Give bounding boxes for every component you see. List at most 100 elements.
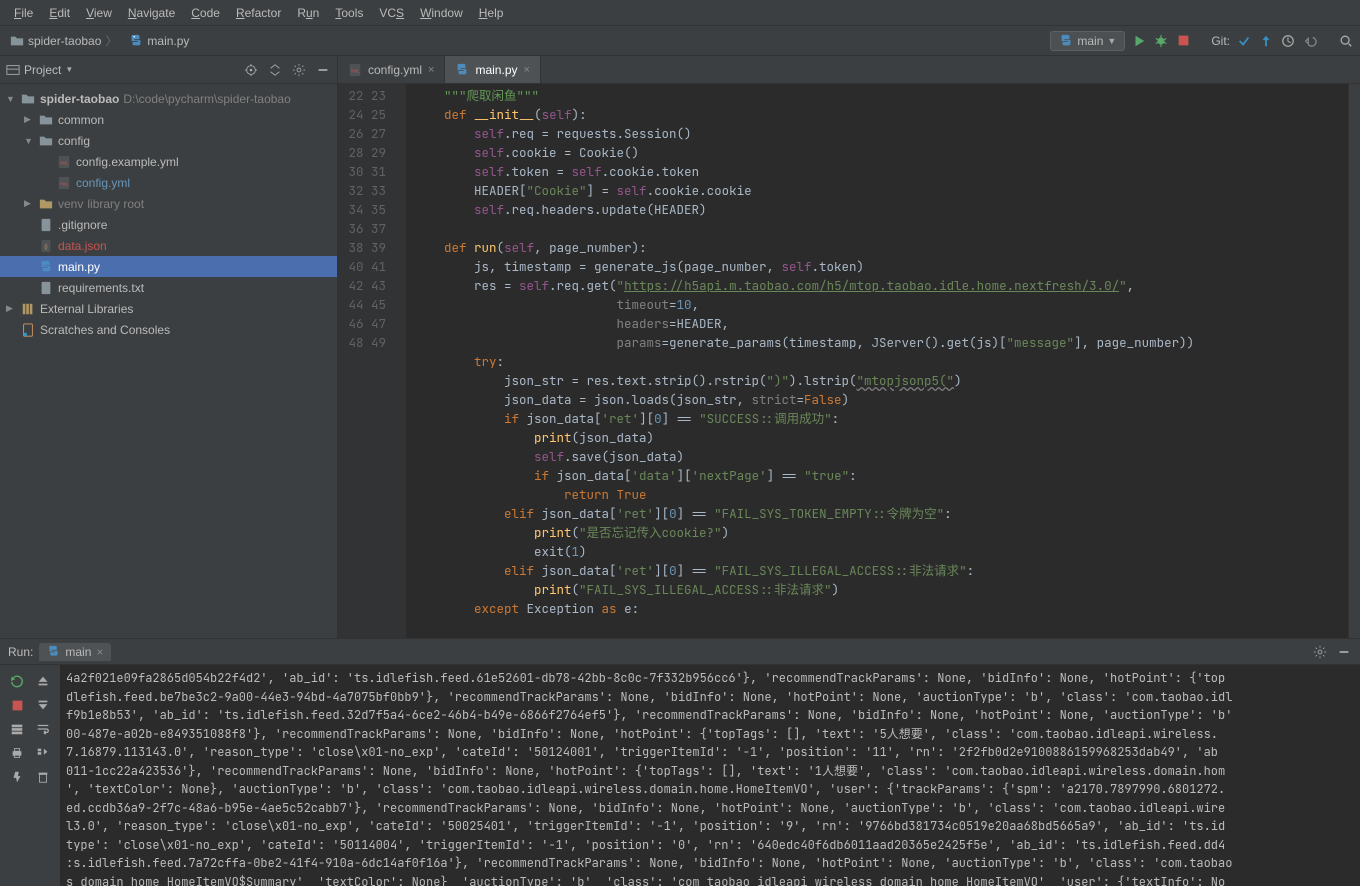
settings-icon[interactable]	[1312, 644, 1328, 660]
settings-icon[interactable]	[291, 62, 307, 78]
run-tool-window: Run: main ×	[0, 638, 1360, 886]
tab-config-yml[interactable]: YML config.yml ×	[338, 56, 445, 83]
folder-icon	[38, 134, 54, 148]
right-toolbar: main ▼ Git:	[1050, 31, 1354, 51]
tab-main-py[interactable]: main.py ×	[445, 56, 540, 83]
tree-suffix: library root	[87, 197, 144, 211]
menu-vcs[interactable]: VCS	[373, 4, 410, 22]
hide-icon[interactable]	[1336, 644, 1352, 660]
tree-file-gitignore[interactable]: .gitignore	[0, 214, 337, 235]
run-tab-label: main	[65, 645, 91, 659]
menu-run[interactable]: Run	[291, 4, 325, 22]
vcs-rollback-button[interactable]	[1302, 33, 1318, 49]
vcs-update-button[interactable]	[1258, 33, 1274, 49]
fold-gutter[interactable]	[394, 84, 406, 638]
navbar: spider-taobao 〉 main.py main ▼ Git:	[0, 26, 1360, 56]
arrow-right-icon[interactable]: ▶	[24, 114, 34, 125]
editor-area: YML config.yml × main.py × 22 23 24 25 2…	[338, 56, 1360, 638]
pin-button[interactable]	[9, 769, 25, 785]
main-split: Project ▼ ▼ s	[0, 56, 1360, 638]
arrow-right-icon[interactable]: ▶	[24, 198, 34, 209]
chevron-down-icon[interactable]: ▼	[65, 65, 73, 74]
tree-file-config-example[interactable]: YML config.example.yml	[0, 151, 337, 172]
print-button[interactable]	[9, 745, 25, 761]
run-tab-main[interactable]: main ×	[39, 643, 111, 661]
tree-root[interactable]: ▼ spider-taobao D:\code\pycharm\spider-t…	[0, 88, 337, 109]
menu-window[interactable]: Window	[414, 4, 469, 22]
menu-view[interactable]: View	[80, 4, 118, 22]
tree-scratches[interactable]: Scratches and Consoles	[0, 319, 337, 340]
svg-text:YML: YML	[351, 68, 361, 73]
menu-code[interactable]: Code	[185, 4, 226, 22]
tree-folder-common[interactable]: ▶ common	[0, 109, 337, 130]
scroll-down-button[interactable]	[35, 697, 51, 713]
code-editor[interactable]: """爬取闲鱼""" def __init__(self): self.req …	[406, 84, 1348, 638]
tree-label: config.example.yml	[76, 155, 179, 169]
run-toolbar	[0, 665, 60, 886]
tab-label: config.yml	[368, 63, 422, 77]
run-button[interactable]	[1131, 33, 1147, 49]
tree-file-requirements[interactable]: requirements.txt	[0, 277, 337, 298]
run-body: 4a2f021e09fa2865d054b22f4d2', 'ab_id': '…	[0, 665, 1360, 886]
library-icon	[20, 302, 36, 316]
tree-folder-venv[interactable]: ▶ venv library root	[0, 193, 337, 214]
menu-file[interactable]: File	[8, 4, 39, 22]
search-everywhere-button[interactable]	[1338, 33, 1354, 49]
editor-minimap[interactable]	[1348, 84, 1360, 638]
stop-run-button[interactable]	[9, 697, 25, 713]
rerun-button[interactable]	[9, 673, 25, 689]
run-header: Run: main ×	[0, 639, 1360, 665]
tree-label: requirements.txt	[58, 281, 144, 295]
python-icon	[38, 260, 54, 274]
tree-file-main-py[interactable]: main.py	[0, 256, 337, 277]
menu-navigate[interactable]: Navigate	[122, 4, 181, 22]
text-file-icon	[38, 281, 54, 295]
breadcrumb-project-label: spider-taobao	[28, 34, 101, 48]
menu-refactor[interactable]: Refactor	[230, 4, 287, 22]
python-icon	[129, 34, 143, 48]
close-icon[interactable]: ×	[428, 64, 434, 76]
expand-all-icon[interactable]	[267, 62, 283, 78]
tree-file-config-yml[interactable]: YML config.yml	[0, 172, 337, 193]
menu-edit[interactable]: Edit	[43, 4, 76, 22]
vcs-commit-button[interactable]	[1236, 33, 1252, 49]
library-folder-icon	[38, 197, 54, 211]
breadcrumb-file[interactable]: main.py	[125, 32, 193, 50]
folder-icon	[38, 113, 54, 127]
chevron-down-icon: ▼	[1107, 36, 1116, 46]
editor-body[interactable]: 22 23 24 25 26 27 28 29 30 31 32 33 34 3…	[338, 84, 1360, 638]
arrow-down-icon[interactable]: ▼	[6, 94, 16, 104]
console-output[interactable]: 4a2f021e09fa2865d054b22f4d2', 'ab_id': '…	[60, 665, 1360, 886]
scroll-up-button[interactable]	[35, 673, 51, 689]
tree-folder-config[interactable]: ▼ config	[0, 130, 337, 151]
project-icon	[6, 63, 20, 77]
layout-button[interactable]	[9, 721, 25, 737]
yaml-icon: YML	[56, 176, 72, 190]
scroll-to-end-button[interactable]	[35, 745, 51, 761]
menu-tools[interactable]: Tools	[329, 4, 369, 22]
tree-file-data-json[interactable]: {} data.json	[0, 235, 337, 256]
breadcrumb-project[interactable]: spider-taobao 〉	[6, 30, 121, 51]
close-icon[interactable]: ×	[96, 645, 103, 659]
tree-label: common	[58, 113, 104, 127]
project-tree[interactable]: ▼ spider-taobao D:\code\pycharm\spider-t…	[0, 84, 337, 638]
python-icon	[47, 645, 60, 658]
breadcrumb-separator: 〉	[105, 32, 117, 49]
softwrap-button[interactable]	[35, 721, 51, 737]
arrow-right-icon[interactable]: ▶	[6, 303, 16, 314]
text-file-icon	[38, 218, 54, 232]
menubar: File Edit View Navigate Code Refactor Ru…	[0, 0, 1360, 26]
menu-help[interactable]: Help	[473, 4, 510, 22]
close-icon[interactable]: ×	[524, 64, 530, 76]
stop-button[interactable]	[1175, 33, 1191, 49]
run-config-selector[interactable]: main ▼	[1050, 31, 1125, 51]
line-number-gutter[interactable]: 22 23 24 25 26 27 28 29 30 31 32 33 34 3…	[338, 84, 394, 638]
locate-icon[interactable]	[243, 62, 259, 78]
vcs-history-button[interactable]	[1280, 33, 1296, 49]
arrow-down-icon[interactable]: ▼	[24, 136, 34, 146]
hide-icon[interactable]	[315, 62, 331, 78]
debug-button[interactable]	[1153, 33, 1169, 49]
python-icon	[455, 63, 469, 77]
tree-external-libraries[interactable]: ▶ External Libraries	[0, 298, 337, 319]
trash-button[interactable]	[35, 769, 51, 785]
